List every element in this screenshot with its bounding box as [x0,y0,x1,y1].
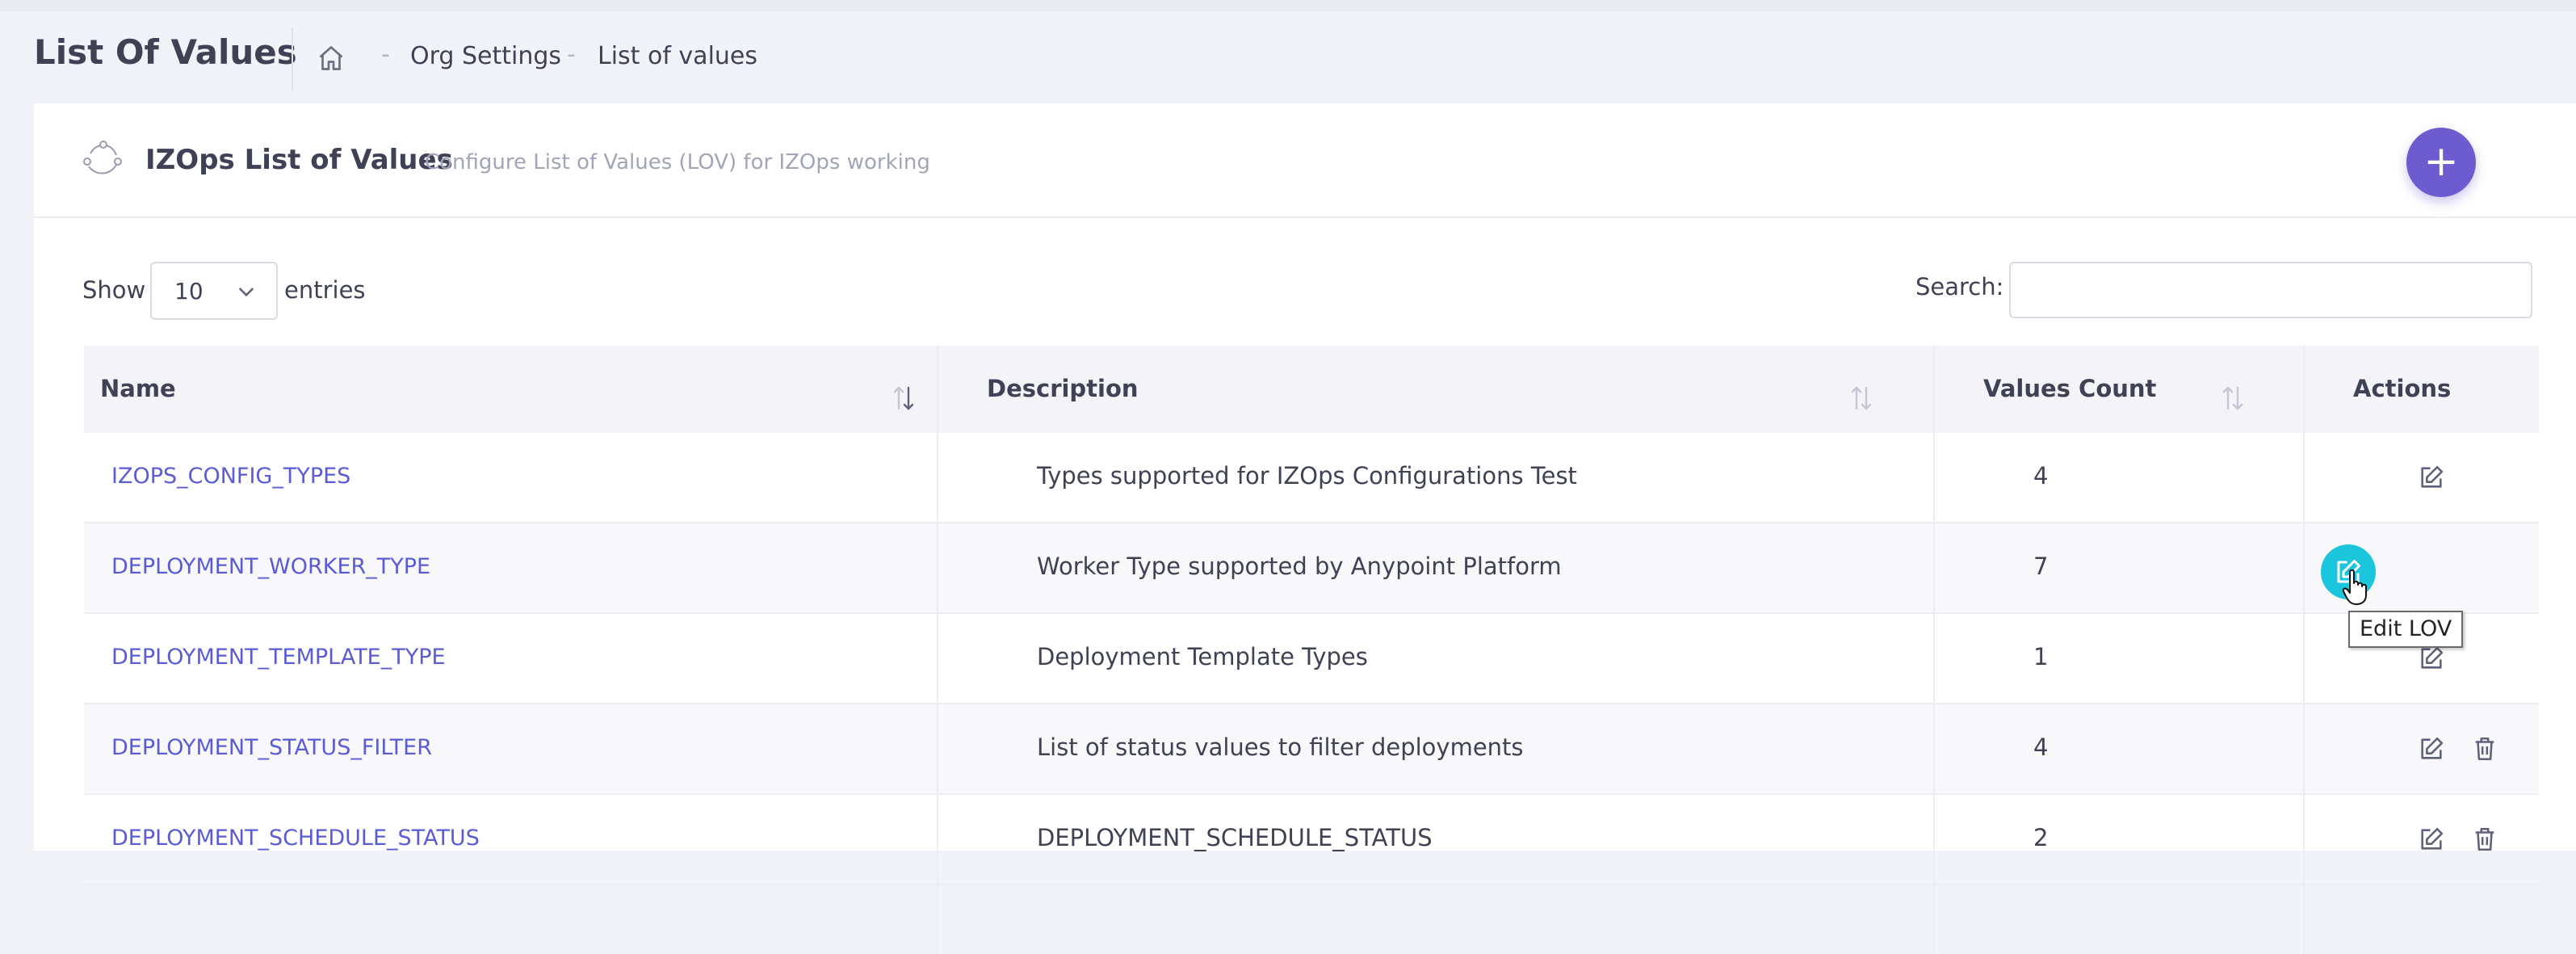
lov-values-count: 2 [2033,824,2049,851]
sort-icon[interactable] [1849,385,1873,412]
search-input[interactable] [2009,262,2532,318]
lov-values-count: 4 [2033,462,2049,490]
show-label: Show [82,276,146,304]
entries-select[interactable]: 10 [150,262,278,320]
lov-values-count: 1 [2033,643,2049,670]
plus-icon: + [2423,137,2459,186]
lov-name-link[interactable]: DEPLOYMENT_SCHEDULE_STATUS [111,826,480,851]
header-divider [292,27,293,90]
search-label: Search: [1915,273,2004,300]
lov-name-link[interactable]: DEPLOYMENT_TEMPLATE_TYPE [111,645,446,670]
lov-card: IZOps List of Values Configure List of V… [34,103,2576,954]
table-row: DEPLOYMENT_WORKER_TYPE Worker Type suppo… [84,523,2539,614]
entries-label: entries [284,276,366,304]
hand-cursor-icon [2342,569,2367,605]
table-row: DEPLOYMENT_TEMPLATE_TYPE Deployment Temp… [84,614,2539,704]
lov-description: Deployment Template Types [1037,643,1368,670]
top-bar: List Of Values - Org Settings - List of … [0,0,2576,90]
edit-lov-tooltip: Edit LOV [2348,611,2464,648]
lov-name-link[interactable]: DEPLOYMENT_WORKER_TYPE [111,554,430,579]
page-title: List Of Values [34,32,297,72]
lov-description: DEPLOYMENT_SCHEDULE_STATUS [1037,824,1433,851]
edit-icon[interactable] [2418,645,2445,672]
column-header-values-count[interactable]: Values Count [1983,375,2156,402]
sort-icon[interactable] [2221,385,2245,412]
edit-icon[interactable] [2418,826,2445,853]
column-divider [2303,346,2305,954]
lov-name-link[interactable]: IZOPS_CONFIG_TYPES [111,464,350,489]
breadcrumb-list-of-values[interactable]: List of values [598,42,757,70]
lov-values-count: 7 [2033,553,2049,580]
trash-icon[interactable] [2471,826,2498,853]
trash-icon[interactable] [2471,735,2498,763]
column-divider [937,346,938,954]
table-header: Name Description Values Count Actions [84,346,2539,433]
breadcrumb-org-settings[interactable]: Org Settings [410,42,561,70]
card-header: IZOps List of Values Configure List of V… [34,103,2576,218]
home-icon[interactable] [317,44,346,73]
card-title: IZOps List of Values [145,144,453,176]
entries-value: 10 [174,278,203,305]
chevron-down-icon [239,288,254,297]
lov-description: List of status values to filter deployme… [1037,733,1524,761]
column-header-actions: Actions [2353,375,2452,402]
cycle-icon [83,141,122,174]
card-subtitle: Configure List of Values (LOV) for IZOps… [425,150,930,174]
breadcrumb-separator: - [381,40,390,69]
column-header-name[interactable]: Name [100,375,176,402]
lov-description: Types supported for IZOps Configurations… [1037,462,1577,490]
edit-icon[interactable] [2418,464,2445,491]
table-row: DEPLOYMENT_STATUS_FILTER List of status … [84,704,2539,795]
add-lov-button[interactable]: + [2406,128,2476,197]
breadcrumb-separator: - [567,40,576,69]
table-row: DEPLOYMENT_SCHEDULE_STATUS DEPLOYMENT_SC… [84,795,2539,885]
column-divider [1933,346,1935,954]
lov-description: Worker Type supported by Anypoint Platfo… [1037,553,1562,580]
lov-values-count: 4 [2033,733,2049,761]
sort-icon[interactable] [892,385,916,412]
column-header-description[interactable]: Description [987,375,1139,402]
table-row: IZOPS_CONFIG_TYPES Types supported for I… [84,433,2539,523]
lov-name-link[interactable]: DEPLOYMENT_STATUS_FILTER [111,735,432,760]
edit-icon[interactable] [2418,735,2445,763]
